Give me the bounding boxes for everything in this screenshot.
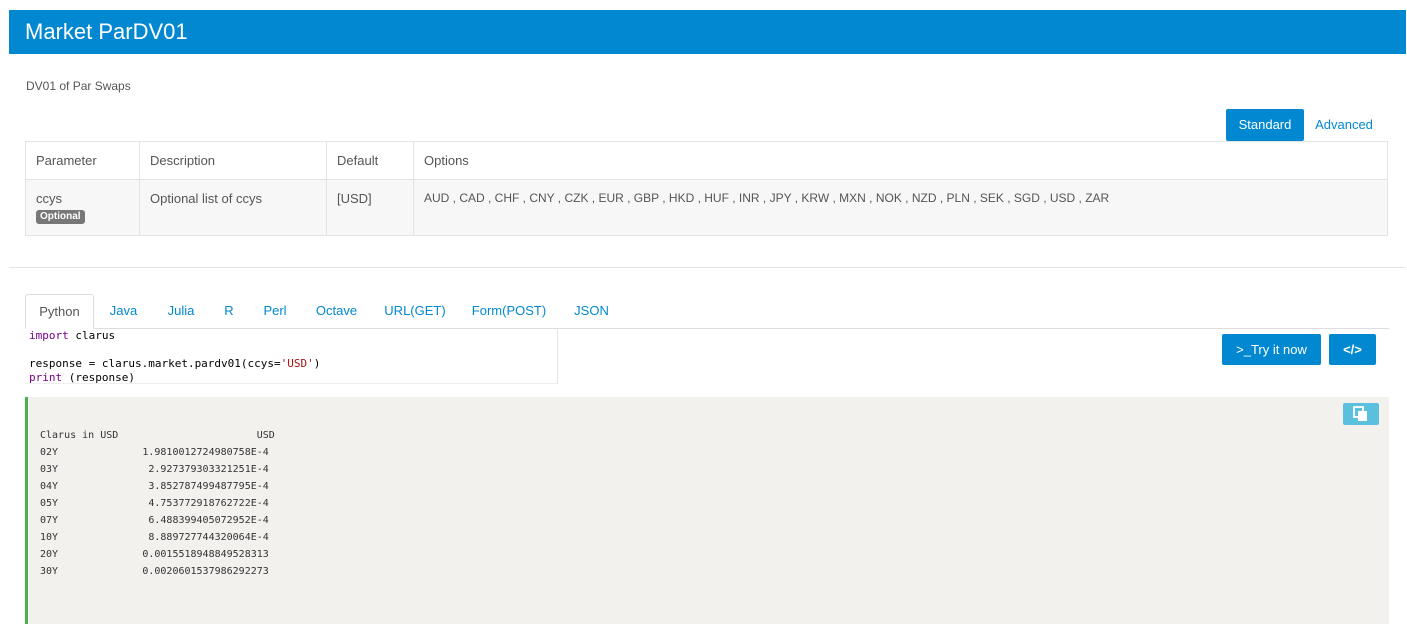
table-header-row: Parameter Description Default Options <box>25 141 1388 180</box>
code-separator <box>557 329 558 384</box>
language-tabs: Python Java Julia R Perl Octave URL(GET)… <box>25 294 1389 329</box>
code-import-target: clarus <box>68 329 116 342</box>
column-header-description: Description <box>139 141 327 180</box>
table-row: ccys Optional Optional list of ccys [USD… <box>25 179 1388 236</box>
tab-octave[interactable]: Octave <box>309 294 364 328</box>
view-code-button[interactable]: </> <box>1329 334 1376 365</box>
try-it-now-button[interactable]: >_Try it now <box>1222 334 1321 365</box>
description-cell: Optional list of ccys <box>139 179 327 236</box>
advanced-button[interactable]: Advanced <box>1312 109 1376 141</box>
column-header-default: Default <box>326 141 414 180</box>
code-string: 'USD' <box>280 357 314 370</box>
options-cell: AUD , CAD , CHF , CNY , CZK , EUR , GBP … <box>413 179 1388 236</box>
standard-button[interactable]: Standard <box>1226 109 1304 141</box>
copy-button[interactable] <box>1343 403 1379 425</box>
column-header-parameter: Parameter <box>25 141 140 180</box>
code-call-end: ) <box>313 357 321 370</box>
code-keyword-import: import <box>29 329 69 342</box>
parameter-name: ccys <box>36 191 62 206</box>
tab-form-post[interactable]: Form(POST) <box>468 294 550 328</box>
tab-perl[interactable]: Perl <box>256 294 294 328</box>
output-panel: Clarus in USD USD 02Y 1.9810012724980758… <box>25 397 1389 624</box>
code-call: response = clarus.market.pardv01(ccys= <box>29 357 281 370</box>
section-divider <box>9 267 1406 268</box>
tab-python[interactable]: Python <box>25 294 94 329</box>
output-text: Clarus in USD USD 02Y 1.9810012724980758… <box>40 430 275 577</box>
code-bottom-line <box>25 383 557 384</box>
tab-url-get[interactable]: URL(GET) <box>380 294 450 328</box>
column-header-options: Options <box>413 141 1388 180</box>
page-subtitle: DV01 of Par Swaps <box>26 79 131 93</box>
tab-julia[interactable]: Julia <box>159 294 203 328</box>
tab-r[interactable]: R <box>218 294 240 328</box>
parameter-cell: ccys Optional <box>25 179 140 236</box>
code-editor[interactable]: import clarus response = clarus.market.p… <box>29 329 320 385</box>
page-title: Market ParDV01 <box>25 19 188 44</box>
parameters-table: Parameter Description Default Options cc… <box>25 141 1388 236</box>
copy-icon <box>1353 406 1367 421</box>
tab-java[interactable]: Java <box>101 294 146 328</box>
optional-badge: Optional <box>36 210 85 224</box>
default-cell: [USD] <box>326 179 414 236</box>
tab-json[interactable]: JSON <box>568 294 615 328</box>
page-header: Market ParDV01 <box>9 10 1406 54</box>
